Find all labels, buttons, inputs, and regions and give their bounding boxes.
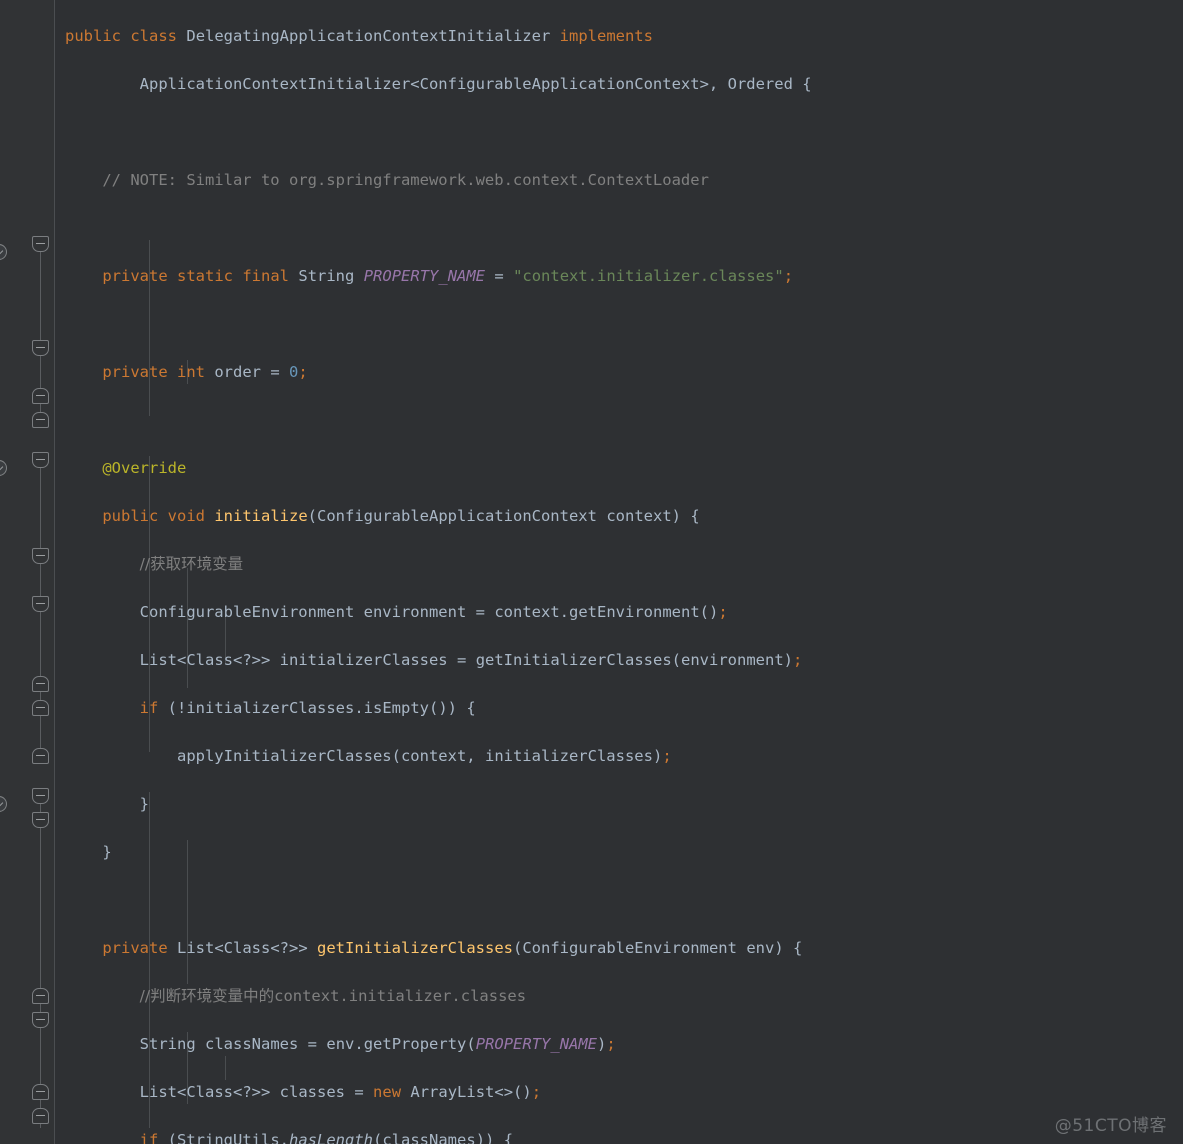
code-line[interactable]: //判断环境变量中的context.initializer.classes xyxy=(55,984,1183,1008)
code-line[interactable]: } xyxy=(55,840,1183,864)
code-line[interactable]: @Override xyxy=(55,456,1183,480)
implemented-method-icon[interactable] xyxy=(0,244,7,260)
code-line[interactable]: applyInitializerClasses(context, initial… xyxy=(55,744,1183,768)
code-fold-marker[interactable] xyxy=(32,340,49,356)
code-line[interactable]: //获取环境变量 xyxy=(55,552,1183,576)
editor-gutter[interactable] xyxy=(0,0,55,1144)
code-editor[interactable]: public class DelegatingApplicationContex… xyxy=(0,0,1183,1144)
code-fold-marker[interactable] xyxy=(32,452,49,468)
code-fold-marker[interactable] xyxy=(32,596,49,612)
code-fold-marker[interactable] xyxy=(32,1012,49,1028)
watermark: @51CTO博客 xyxy=(1054,1116,1167,1136)
code-line[interactable]: List<Class<?>> classes = new ArrayList<>… xyxy=(55,1080,1183,1104)
code-line[interactable] xyxy=(55,120,1183,144)
code-line[interactable]: String classNames = env.getProperty(PROP… xyxy=(55,1032,1183,1056)
implemented-method-icon[interactable] xyxy=(0,796,7,812)
source-code[interactable]: public class DelegatingApplicationContex… xyxy=(55,0,1183,1144)
code-fold-marker[interactable] xyxy=(32,988,49,1004)
code-line[interactable]: ApplicationContextInitializer<Configurab… xyxy=(55,72,1183,96)
code-line[interactable]: if (!initializerClasses.isEmpty()) { xyxy=(55,696,1183,720)
code-fold-marker[interactable] xyxy=(32,812,49,828)
code-fold-marker[interactable] xyxy=(32,676,49,692)
code-fold-marker[interactable] xyxy=(32,236,49,252)
code-fold-marker[interactable] xyxy=(32,700,49,716)
code-fold-marker[interactable] xyxy=(32,788,49,804)
implemented-method-icon[interactable] xyxy=(0,460,7,476)
code-line[interactable]: } xyxy=(55,792,1183,816)
code-line[interactable]: public void initialize(ConfigurableAppli… xyxy=(55,504,1183,528)
code-content-area[interactable]: public class DelegatingApplicationContex… xyxy=(55,0,1183,1144)
code-fold-marker[interactable] xyxy=(32,748,49,764)
code-line[interactable]: // NOTE: Similar to org.springframework.… xyxy=(55,168,1183,192)
code-line[interactable]: if (StringUtils.hasLength(classNames)) { xyxy=(55,1128,1183,1144)
code-fold-marker[interactable] xyxy=(32,548,49,564)
code-line[interactable]: private int order = 0; xyxy=(55,360,1183,384)
code-line[interactable] xyxy=(55,888,1183,912)
code-line[interactable] xyxy=(55,408,1183,432)
code-fold-marker[interactable] xyxy=(32,388,49,404)
code-fold-marker[interactable] xyxy=(32,1108,49,1124)
code-line[interactable]: private List<Class<?>> getInitializerCla… xyxy=(55,936,1183,960)
code-line[interactable] xyxy=(55,216,1183,240)
fold-rail xyxy=(40,792,41,1128)
code-line[interactable]: List<Class<?>> initializerClasses = getI… xyxy=(55,648,1183,672)
code-line[interactable]: public class DelegatingApplicationContex… xyxy=(55,24,1183,48)
code-fold-marker[interactable] xyxy=(32,1084,49,1100)
code-line[interactable]: ConfigurableEnvironment environment = co… xyxy=(55,600,1183,624)
code-line[interactable]: private static final String PROPERTY_NAM… xyxy=(55,264,1183,288)
code-fold-marker[interactable] xyxy=(32,412,49,428)
code-line[interactable] xyxy=(55,312,1183,336)
